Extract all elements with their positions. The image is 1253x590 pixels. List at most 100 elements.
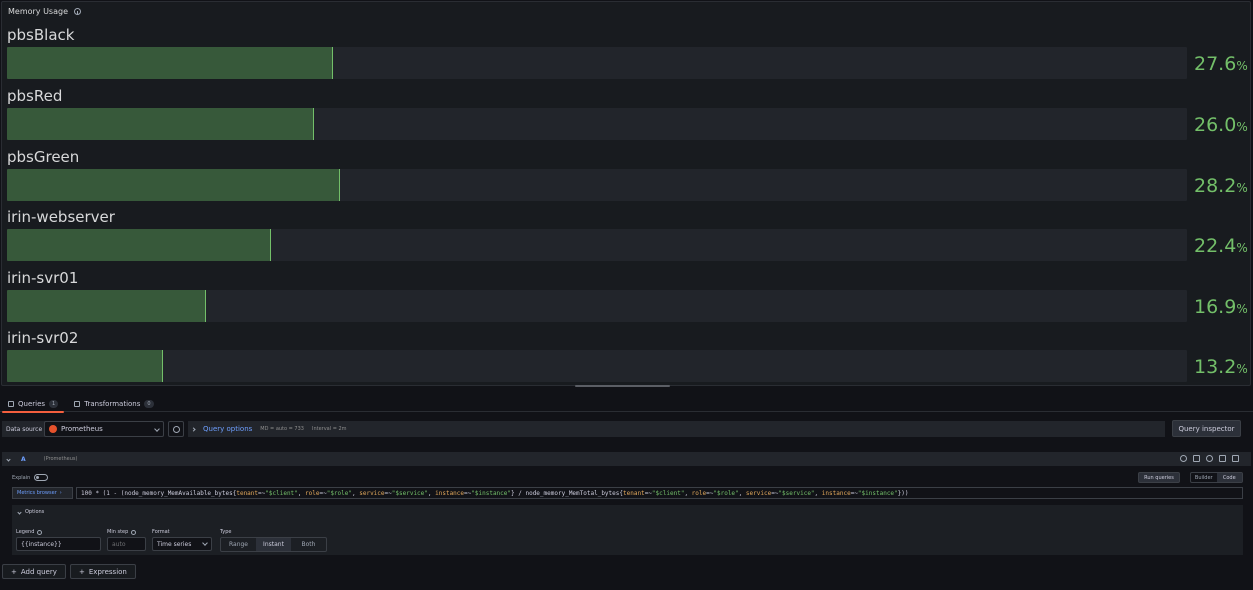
legend-input[interactable]: {{instance}} <box>16 537 101 551</box>
trash-icon[interactable] <box>1219 455 1226 462</box>
bar-gauge-label: irin-svr02 <box>7 329 79 347</box>
bar-gauge-fill <box>7 47 333 79</box>
type-option-both[interactable]: Both <box>291 538 326 551</box>
expr-label-key: instance <box>821 489 851 497</box>
expr-label-value: "$service" <box>391 489 428 497</box>
tab-queries-count: 1 <box>49 400 59 408</box>
query-actions <box>1180 455 1239 462</box>
expr-label-key: tenant <box>623 489 645 497</box>
bar-gauge-value-unit: % <box>1236 181 1248 195</box>
bar-gauge-value-unit: % <box>1236 362 1248 376</box>
bar-gauge-value-number: 28.2 <box>1194 175 1237 197</box>
info-icon[interactable] <box>37 529 43 535</box>
drag-handle-icon[interactable] <box>1232 455 1239 462</box>
tab-transformations-label: Transformations <box>84 400 141 408</box>
expr-separator: , <box>352 489 360 497</box>
query-toolbar: Data source Prometheus Query options MD … <box>0 419 1253 439</box>
bar-gauge-label: pbsBlack <box>7 26 75 44</box>
bar-gauge-value: 13.2% <box>1194 356 1248 380</box>
bar-gauge-track <box>7 47 1187 79</box>
editor-tabs: Queries 1 Transformations 0 <box>0 396 1253 413</box>
type-option-instant[interactable]: Instant <box>256 538 291 551</box>
info-icon[interactable] <box>131 529 137 535</box>
add-expression-button[interactable]: + Expression <box>70 564 136 579</box>
panel-title-text: Memory Usage <box>8 7 69 16</box>
min-step-input[interactable]: auto <box>107 537 146 551</box>
type-option-range[interactable]: Range <box>221 538 256 551</box>
eye-icon[interactable] <box>1206 455 1213 462</box>
type-label-text: Type <box>220 529 232 535</box>
run-queries-button[interactable]: Run queries <box>1138 472 1180 483</box>
editor-mode-switch: Builder Code <box>1190 472 1243 483</box>
query-row-a: A (Prometheus) Explain Run queries Build… <box>2 452 1251 558</box>
expr-label-value: "$service" <box>778 489 815 497</box>
bar-gauge-track <box>7 290 1187 322</box>
type-radio-group: Range Instant Both <box>220 537 327 552</box>
md-text: MD = auto = 733 <box>260 426 304 432</box>
tab-queries-label: Queries <box>18 400 46 408</box>
add-query-button[interactable]: + Add query <box>2 564 66 579</box>
builder-mode-button[interactable]: Builder <box>1191 473 1217 482</box>
add-query-label: Add query <box>20 567 57 576</box>
bar-gauge-label: pbsGreen <box>7 148 80 166</box>
query-row-header[interactable]: A (Prometheus) <box>2 452 1251 466</box>
tab-queries[interactable]: Queries 1 <box>0 396 66 413</box>
transform-icon <box>74 401 81 407</box>
toggle-switch-icon[interactable] <box>34 474 49 481</box>
bar-gauge-fill <box>7 229 271 261</box>
explain-label: Explain <box>12 474 31 481</box>
expr-label-key: service <box>359 489 385 497</box>
expr-operator: =~ <box>464 489 472 497</box>
format-label-text: Format <box>152 529 170 535</box>
chevron-down-icon <box>17 509 22 515</box>
datasource-help-button[interactable] <box>168 421 184 437</box>
info-icon[interactable] <box>74 8 82 15</box>
prometheus-icon <box>49 425 57 433</box>
bar-gauge-value-number: 16.9 <box>1194 296 1237 318</box>
bar-gauge-label: irin-svr01 <box>7 269 79 287</box>
expr-separator: , <box>738 489 746 497</box>
query-expression-input[interactable]: 100 * (1 - (node_memory_MemAvailable_byt… <box>76 487 1243 499</box>
bar-gauge-value-number: 22.4 <box>1194 235 1237 257</box>
bar-gauge-value-unit: % <box>1236 241 1248 255</box>
bar-gauge-value: 22.4% <box>1194 235 1248 259</box>
code-mode-button[interactable]: Code <box>1216 473 1242 482</box>
database-icon <box>8 401 14 407</box>
metrics-browser-button[interactable]: Metrics browser › <box>12 487 73 499</box>
expr-label-key: tenant <box>236 489 259 497</box>
bar-gauge-value-unit: % <box>1236 120 1248 134</box>
tab-transformations[interactable]: Transformations 0 <box>66 396 161 412</box>
panel-resize-handle[interactable] <box>575 385 670 387</box>
legend-label: Legend <box>16 529 43 535</box>
datasource-select[interactable]: Prometheus <box>44 421 164 437</box>
query-ref[interactable]: A <box>21 456 26 463</box>
expr-label-key: instance <box>435 489 465 497</box>
expr-operator: =~ <box>319 489 327 497</box>
min-step-label: Min step <box>107 529 137 535</box>
legend-label-text: Legend <box>16 529 35 535</box>
interval-text: Interval = 2m <box>311 426 347 432</box>
bar-gauge-label: irin-webserver <box>7 208 115 226</box>
query-options-bar[interactable]: Query options MD = auto = 733 Interval =… <box>188 421 1165 437</box>
duplicate-icon[interactable] <box>1193 455 1200 462</box>
explain-toggle[interactable]: Explain <box>12 474 49 481</box>
expr-separator: , <box>684 489 692 497</box>
type-label: Type <box>220 529 231 535</box>
bar-gauge-value: 26.0% <box>1194 114 1248 138</box>
datasource-label: Data source <box>2 421 47 437</box>
help-icon[interactable] <box>1180 455 1187 462</box>
format-select[interactable]: Time series <box>152 537 212 551</box>
bar-gauge-value: 16.9% <box>1194 296 1248 320</box>
expr-operator: =~ <box>771 489 779 497</box>
expr-label-value: "$role" <box>713 489 739 497</box>
min-step-label-text: Min step <box>107 529 129 535</box>
format-label: Format <box>152 529 170 535</box>
expr-label-value: "$instance" <box>471 489 512 497</box>
chevron-down-icon <box>154 426 160 432</box>
bar-gauge-value-unit: % <box>1236 59 1248 73</box>
panel-title: Memory Usage <box>8 7 82 16</box>
options-header[interactable]: Options <box>17 509 44 515</box>
bar-gauge-label: pbsRed <box>7 87 63 105</box>
collapse-icon[interactable] <box>6 456 11 462</box>
query-inspector-button[interactable]: Query inspector <box>1172 420 1241 437</box>
